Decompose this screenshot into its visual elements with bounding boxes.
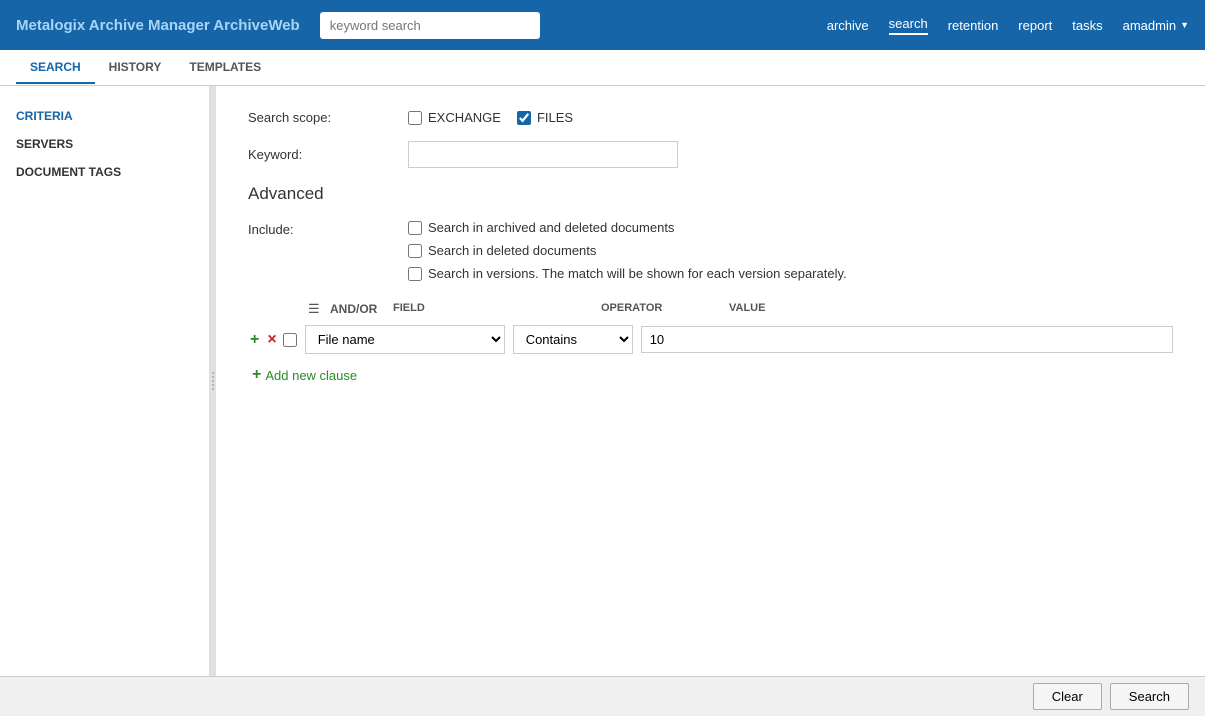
advanced-title: Advanced [248, 184, 1173, 204]
operator-column: Contains Equals Starts with Ends with [513, 325, 633, 354]
exchange-checkbox-label[interactable]: EXCHANGE [408, 110, 501, 125]
operator-col-label: OPERATOR [601, 302, 721, 314]
exchange-checkbox[interactable] [408, 111, 422, 125]
tab-search[interactable]: SEARCH [16, 52, 95, 84]
value-col-label: VALUE [729, 302, 1173, 314]
resize-dot-4 [212, 384, 214, 386]
nav-amadmin[interactable]: amadmin [1123, 18, 1189, 33]
main-layout: CRITERIA SERVERS DOCUMENT TAGS Search sc… [0, 86, 1205, 676]
sidebar: CRITERIA SERVERS DOCUMENT TAGS [0, 86, 210, 676]
tab-history[interactable]: HISTORY [95, 52, 176, 84]
keyword-row: Keyword: [248, 141, 1173, 168]
tab-templates[interactable]: TEMPLATES [175, 52, 275, 84]
keyword-input[interactable] [408, 141, 678, 168]
search-scope-controls: EXCHANGE FILES [408, 110, 573, 125]
search-scope-row: Search scope: EXCHANGE FILES [248, 110, 1173, 125]
add-new-clause-link[interactable]: + Add new clause [252, 366, 1173, 384]
sidebar-item-document-tags[interactable]: DOCUMENT TAGS [0, 158, 209, 186]
header: Metalogix Archive Manager ArchiveWeb arc… [0, 0, 1205, 50]
footer: Clear Search [0, 676, 1205, 716]
content-area: Search scope: EXCHANGE FILES Keyword: Ad… [216, 86, 1205, 676]
resize-dot-5 [212, 388, 214, 390]
logo: Metalogix Archive Manager ArchiveWeb [16, 17, 300, 34]
operator-select[interactable]: Contains Equals Starts with Ends with [513, 325, 633, 354]
advanced-section: Advanced Include: Search in archived and… [248, 184, 1173, 384]
field-column: File name Subject From To Date Size [305, 325, 505, 354]
include-option-3[interactable]: Search in versions. The match will be sh… [408, 266, 847, 281]
include-option-2-label: Search in deleted documents [428, 243, 596, 258]
exchange-label-text: EXCHANGE [428, 110, 501, 125]
tab-bar: SEARCH HISTORY TEMPLATES [0, 50, 1205, 86]
global-search-input[interactable] [320, 12, 540, 39]
include-option-3-label: Search in versions. The match will be sh… [428, 266, 847, 281]
search-button[interactable]: Search [1110, 683, 1189, 710]
value-input[interactable] [641, 326, 1173, 353]
add-clause-plus-icon: + [252, 366, 261, 384]
resize-dot-1 [212, 372, 214, 374]
search-scope-label: Search scope: [248, 110, 408, 125]
top-nav: archive search retention report tasks am… [827, 16, 1189, 35]
clear-button[interactable]: Clear [1033, 683, 1102, 710]
resize-dot-2 [212, 376, 214, 378]
include-options: Search in archived and deleted documents… [408, 220, 847, 281]
add-clause-button[interactable]: + [248, 331, 261, 349]
clause-checkbox[interactable] [283, 333, 297, 347]
field-select[interactable]: File name Subject From To Date Size [305, 325, 505, 354]
remove-clause-button[interactable]: × [265, 331, 278, 349]
include-label: Include: [248, 220, 408, 281]
and-or-label: AND/OR [330, 302, 385, 316]
clause-actions: + × [248, 331, 297, 349]
include-option-2[interactable]: Search in deleted documents [408, 243, 847, 258]
sidebar-item-criteria[interactable]: CRITERIA [0, 102, 209, 130]
nav-search[interactable]: search [889, 16, 928, 35]
files-checkbox-label[interactable]: FILES [517, 110, 573, 125]
resize-dot-3 [212, 380, 214, 382]
include-deleted-checkbox[interactable] [408, 244, 422, 258]
include-section: Include: Search in archived and deleted … [248, 220, 1173, 281]
field-col-label: FIELD [393, 302, 593, 314]
nav-report[interactable]: report [1018, 18, 1052, 33]
include-option-1[interactable]: Search in archived and deleted documents [408, 220, 847, 235]
value-column [641, 326, 1173, 353]
add-clause-text: Add new clause [265, 368, 357, 383]
clause-builder: ☰ AND/OR FIELD OPERATOR VALUE + [248, 301, 1173, 384]
files-label-text: FILES [537, 110, 573, 125]
include-archived-deleted-checkbox[interactable] [408, 221, 422, 235]
include-option-1-label: Search in archived and deleted documents [428, 220, 674, 235]
clause-list-icon: ☰ [308, 301, 322, 317]
include-versions-checkbox[interactable] [408, 267, 422, 281]
logo-brand: Metalogix [16, 17, 85, 34]
sidebar-item-servers[interactable]: SERVERS [0, 130, 209, 158]
nav-archive[interactable]: archive [827, 18, 869, 33]
keyword-label: Keyword: [248, 147, 408, 162]
nav-tasks[interactable]: tasks [1072, 18, 1102, 33]
nav-retention[interactable]: retention [948, 18, 999, 33]
logo-product: Archive Manager ArchiveWeb [85, 17, 300, 34]
clause-row-1: + × File name Subject From To Date Size [248, 325, 1173, 354]
files-checkbox[interactable] [517, 111, 531, 125]
